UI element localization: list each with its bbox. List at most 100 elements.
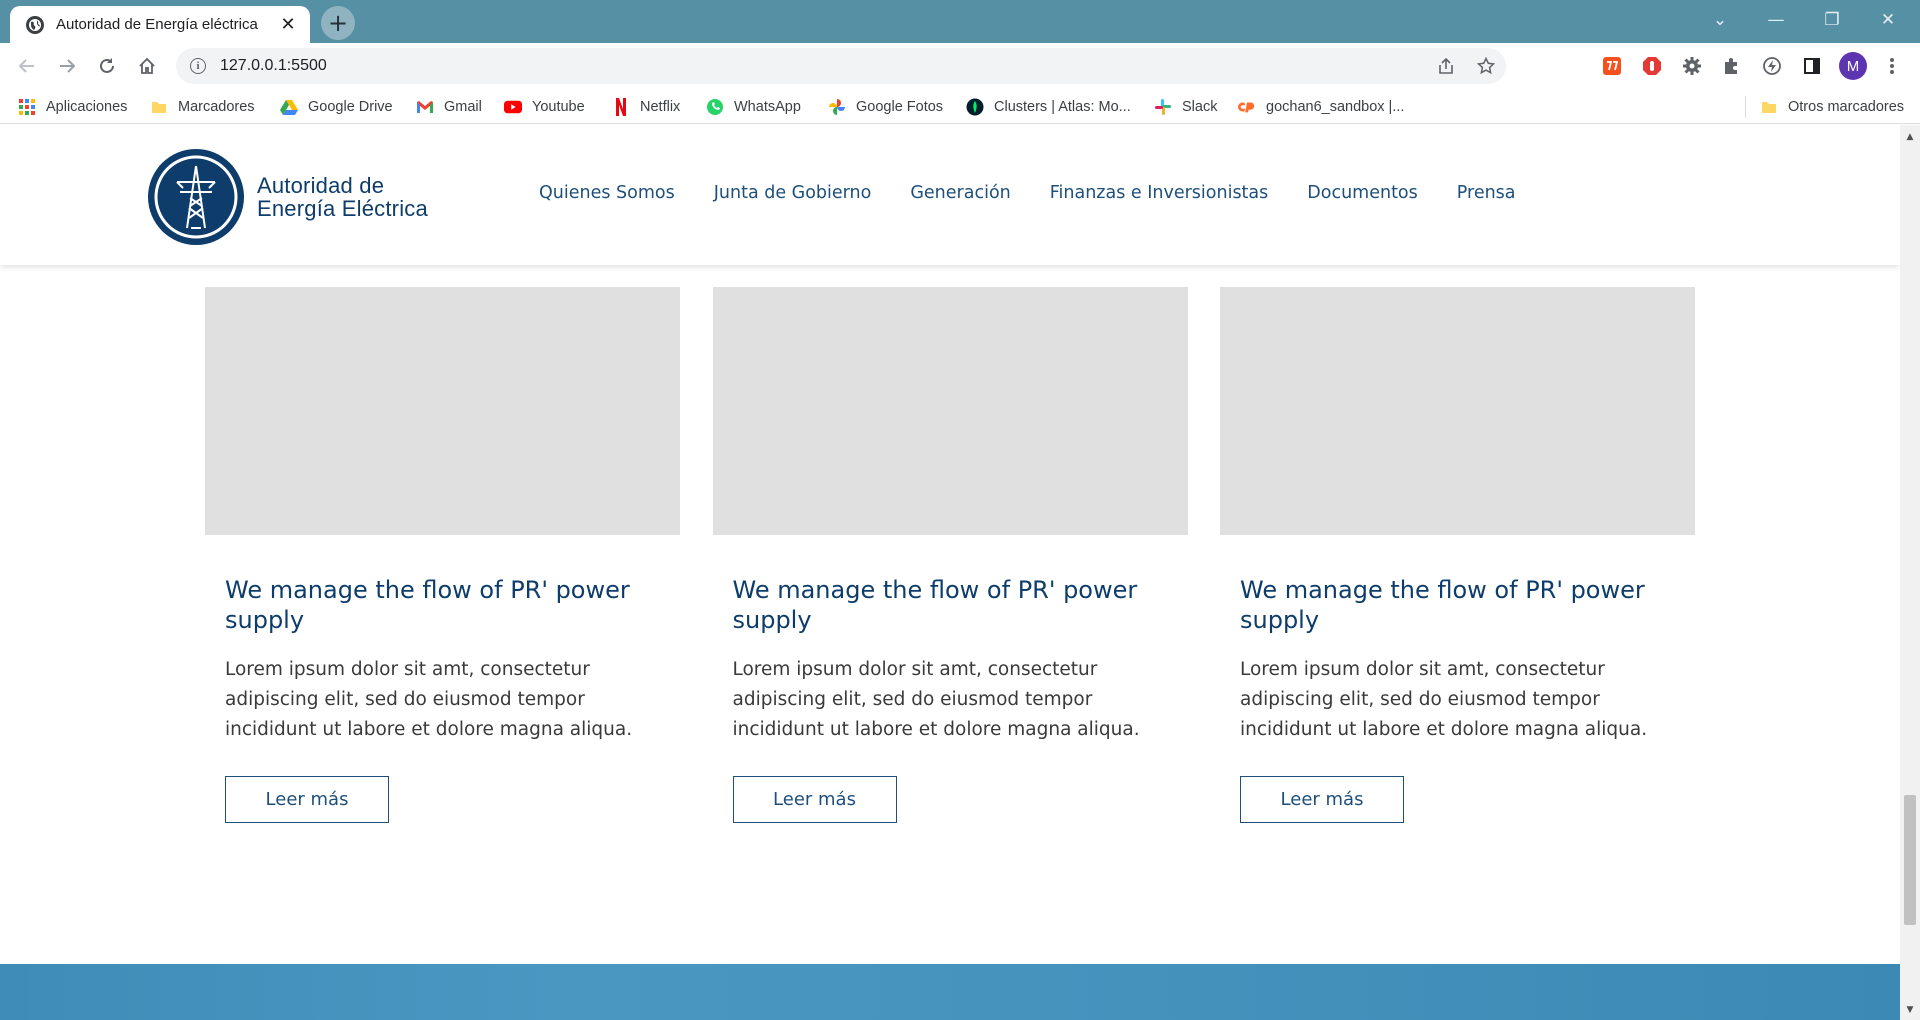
profile-avatar[interactable]: M <box>1839 52 1867 80</box>
tab-strip: Autoridad de Energía eléctrica ✕ + ⌄ — ❐… <box>0 0 1920 43</box>
folder-icon <box>150 98 168 116</box>
home-icon <box>139 57 155 74</box>
bookmark-whatsapp[interactable]: WhatsApp <box>706 95 801 119</box>
reload-button[interactable] <box>90 49 124 83</box>
whatsapp-icon <box>706 98 724 116</box>
nav-prensa[interactable]: Prensa <box>1457 183 1516 203</box>
bookmark-label: Aplicaciones <box>46 99 128 115</box>
card-image-placeholder <box>205 287 680 535</box>
extension-bolt-icon[interactable] <box>1758 52 1786 80</box>
apps-grid-icon <box>18 98 36 116</box>
bookmark-marcadores[interactable]: Marcadores <box>150 95 255 119</box>
active-tab[interactable]: Autoridad de Energía eléctrica ✕ <box>10 6 310 43</box>
site-logo[interactable]: Autoridad de Energía Eléctrica <box>147 148 428 246</box>
card-title: We manage the flow of PR' power supply <box>1240 576 1645 634</box>
browser-toolbar: i 127.0.0.1:5500 M <box>0 43 1920 88</box>
site-info-icon[interactable]: i <box>190 58 206 74</box>
address-bar[interactable]: i 127.0.0.1:5500 <box>176 48 1506 84</box>
cpanel-icon <box>1238 98 1256 116</box>
bookmarks-divider <box>1745 96 1746 118</box>
scroll-thumb[interactable] <box>1904 795 1916 925</box>
bookmark-netflix[interactable]: Netflix <box>612 95 680 119</box>
scroll-up-arrow-icon[interactable]: ▲ <box>1900 131 1920 143</box>
logo-line-2: Energía Eléctrica <box>257 196 428 221</box>
bookmark-label: Youtube <box>532 99 585 115</box>
bookmark-label: Slack <box>1182 99 1218 115</box>
extension-red-hexagon-icon[interactable] <box>1638 52 1666 80</box>
bookmark-label: WhatsApp <box>734 99 801 115</box>
extension-red-square-icon[interactable] <box>1598 52 1626 80</box>
page-scrollbar[interactable]: ▲ ▼ <box>1900 125 1920 1020</box>
bookmark-google-fotos[interactable]: Google Fotos <box>828 95 943 119</box>
bookmark-gochan6-sandbox[interactable]: gochan6_sandbox |... <box>1238 95 1404 119</box>
share-icon[interactable] <box>1426 48 1466 84</box>
card-text: Lorem ipsum dolor sit amt, consectetur a… <box>225 659 633 740</box>
back-button[interactable] <box>10 49 44 83</box>
bookmark-label: Marcadores <box>178 99 255 115</box>
home-button[interactable] <box>130 49 164 83</box>
leer-mas-button[interactable]: Leer más <box>1240 776 1404 823</box>
bookmark-clusters-atlas[interactable]: Clusters | Atlas: Mo... <box>966 95 1131 119</box>
card-text: Lorem ipsum dolor sit amt, consectetur a… <box>732 659 1140 740</box>
bookmark-otros-marcadores[interactable]: Otros marcadores <box>1760 95 1904 119</box>
folder-icon <box>1760 98 1778 116</box>
card-title: We manage the flow of PR' power supply <box>225 576 630 634</box>
page-viewport: Autoridad de Energía Eléctrica Quienes S… <box>0 125 1900 1020</box>
minimize-button[interactable]: — <box>1748 0 1804 40</box>
power-tower-logo-icon <box>148 149 244 245</box>
leer-mas-button[interactable]: Leer más <box>225 776 389 823</box>
bookmark-gmail[interactable]: Gmail <box>416 95 482 119</box>
cards-section: We manage the flow of PR' power supply L… <box>205 287 1695 847</box>
restore-button[interactable]: ❐ <box>1804 0 1860 40</box>
card: We manage the flow of PR' power supply L… <box>1220 287 1695 847</box>
card: We manage the flow of PR' power supply L… <box>205 287 680 847</box>
netflix-icon <box>612 98 630 116</box>
scroll-down-arrow-icon[interactable]: ▼ <box>1900 1004 1920 1016</box>
leer-mas-button[interactable]: Leer más <box>732 776 897 823</box>
tab-title: Autoridad de Energía eléctrica <box>56 16 258 33</box>
close-window-button[interactable]: ✕ <box>1860 0 1916 40</box>
bookmark-slack[interactable]: Slack <box>1154 95 1217 119</box>
nav-junta-de-gobierno[interactable]: Junta de Gobierno <box>714 183 872 203</box>
footer-band <box>0 964 1900 1020</box>
mongodb-icon <box>966 98 984 116</box>
site-header: Autoridad de Energía Eléctrica Quienes S… <box>0 125 1900 265</box>
bookmark-youtube[interactable]: Youtube <box>504 95 585 119</box>
extensions-puzzle-icon[interactable] <box>1718 52 1746 80</box>
main-navigation: Quienes Somos Junta de Gobierno Generaci… <box>539 183 1555 203</box>
logo-line-1: Autoridad de <box>257 173 385 198</box>
browser-menu-icon[interactable] <box>1878 52 1906 80</box>
card-image-placeholder <box>712 287 1188 535</box>
nav-generacion[interactable]: Generación <box>910 183 1010 203</box>
card-image-placeholder <box>1220 287 1695 535</box>
tab-search-icon[interactable]: ⌄ <box>1692 0 1748 40</box>
bookmark-google-drive[interactable]: Google Drive <box>280 95 393 119</box>
nav-finanzas-inversionistas[interactable]: Finanzas e Inversionistas <box>1050 183 1269 203</box>
extension-gear-icon[interactable] <box>1678 52 1706 80</box>
bookmark-label: Otros marcadores <box>1788 99 1905 115</box>
bookmarks-bar: Aplicaciones Marcadores Google Drive Gma… <box>0 88 1920 124</box>
google-photos-icon <box>828 98 846 116</box>
globe-icon <box>26 15 44 34</box>
tab-close-icon[interactable]: ✕ <box>278 14 298 35</box>
card: We manage the flow of PR' power supply L… <box>712 287 1188 847</box>
card-title: We manage the flow of PR' power supply <box>732 576 1138 634</box>
nav-quienes-somos[interactable]: Quienes Somos <box>539 183 675 203</box>
forward-button[interactable] <box>50 49 84 83</box>
bookmark-label: Google Fotos <box>856 99 944 115</box>
slack-icon <box>1154 98 1172 116</box>
url-text: 127.0.0.1:5500 <box>220 57 327 74</box>
youtube-icon <box>504 98 522 116</box>
bookmark-apps[interactable]: Aplicaciones <box>18 95 127 119</box>
nav-documentos[interactable]: Documentos <box>1307 183 1418 203</box>
bookmark-label: gochan6_sandbox |... <box>1266 99 1405 115</box>
forward-arrow-icon <box>60 59 76 73</box>
google-drive-icon <box>280 98 298 116</box>
bookmark-label: Netflix <box>640 99 681 115</box>
bookmark-star-icon[interactable] <box>1466 48 1506 84</box>
card-text: Lorem ipsum dolor sit amt, consectetur a… <box>1240 659 1648 740</box>
gmail-icon <box>416 98 434 116</box>
side-panel-icon[interactable] <box>1798 52 1826 80</box>
new-tab-button[interactable]: + <box>321 6 355 40</box>
logo-text: Autoridad de Energía Eléctrica <box>257 174 428 220</box>
